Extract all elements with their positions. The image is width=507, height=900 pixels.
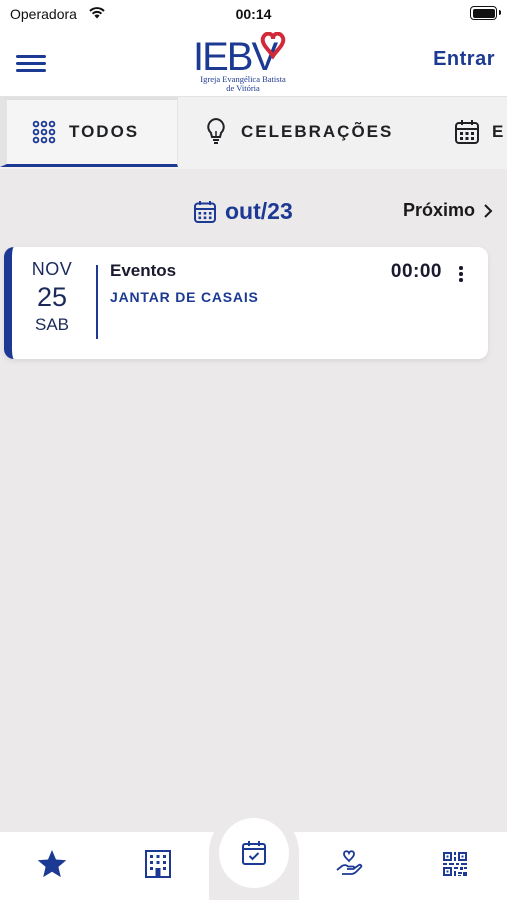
status-bar: Operadora 00:14 — [0, 0, 507, 30]
event-time: 00:00 — [390, 261, 442, 282]
event-date: NOV 25 SAB — [12, 259, 92, 335]
tab-todos[interactable]: TODOS — [0, 97, 178, 167]
event-category: Eventos — [110, 261, 177, 280]
kebab-dot-icon — [459, 272, 463, 276]
current-month-label: out/23 — [225, 198, 293, 224]
kebab-dot-icon — [459, 266, 463, 270]
event-title: JANTAR DE CASAIS — [110, 289, 259, 305]
nav-church-button[interactable] — [140, 846, 176, 882]
event-month: NOV — [31, 259, 73, 279]
star-icon — [37, 850, 67, 878]
nav-agenda-button[interactable] — [219, 818, 289, 888]
login-button[interactable]: Entrar — [433, 48, 495, 71]
iebv-logo-mark: IEBV — [193, 32, 286, 74]
calendar-icon — [194, 200, 216, 223]
nav-qrcode-button[interactable] — [437, 846, 473, 882]
next-month-label: Próximo — [402, 200, 475, 220]
calendar-icon — [455, 120, 479, 144]
event-card[interactable]: NOV 25 SAB Eventos JANTAR DE CASAIS 00:0… — [4, 247, 488, 359]
lightbulb-icon — [207, 117, 225, 144]
nav-donate-button[interactable] — [331, 846, 367, 882]
kebab-dot-icon — [459, 278, 463, 282]
more-options-button[interactable] — [456, 265, 466, 285]
menu-line-icon — [16, 62, 46, 65]
nav-favorites-button[interactable] — [34, 846, 70, 882]
tab-partial[interactable]: E — [454, 97, 505, 167]
hamburger-menu-button[interactable] — [16, 52, 46, 74]
category-tabs: TODOS CELEBRAÇÕES E — [0, 97, 507, 169]
event-weekday: SAB — [34, 315, 70, 334]
grid-dots-icon — [32, 120, 56, 144]
menu-line-icon — [16, 69, 46, 72]
logo-subtitle-line2: de Vitória — [226, 83, 260, 93]
qr-code-icon — [443, 852, 467, 876]
heart-hand-icon — [336, 850, 363, 875]
tab-todos-label: TODOS — [69, 122, 140, 141]
tab-celebracoes-label: CELEBRAÇÕES — [241, 122, 394, 141]
chevron-right-icon — [484, 203, 493, 218]
menu-line-icon — [16, 55, 46, 58]
month-selector[interactable]: out/23 — [193, 198, 293, 225]
app-header: IEBV Igreja Evangélica Batista de Vitóri… — [0, 30, 507, 97]
iebv-logo: IEBV Igreja Evangélica Batista de Vitóri… — [188, 32, 298, 94]
battery-icon — [470, 6, 501, 20]
status-time: 00:14 — [235, 6, 272, 22]
calendar-check-icon — [242, 841, 266, 865]
next-month-button[interactable]: Próximo — [403, 200, 493, 221]
month-navigation: out/23 Próximo — [0, 192, 507, 232]
tab-partial-label: E — [492, 122, 506, 141]
building-icon — [145, 850, 171, 878]
event-day: 25 — [36, 282, 68, 312]
tab-celebracoes[interactable]: CELEBRAÇÕES — [204, 97, 393, 167]
logo-wordmark: IEBV — [193, 35, 278, 74]
card-divider — [96, 265, 98, 339]
